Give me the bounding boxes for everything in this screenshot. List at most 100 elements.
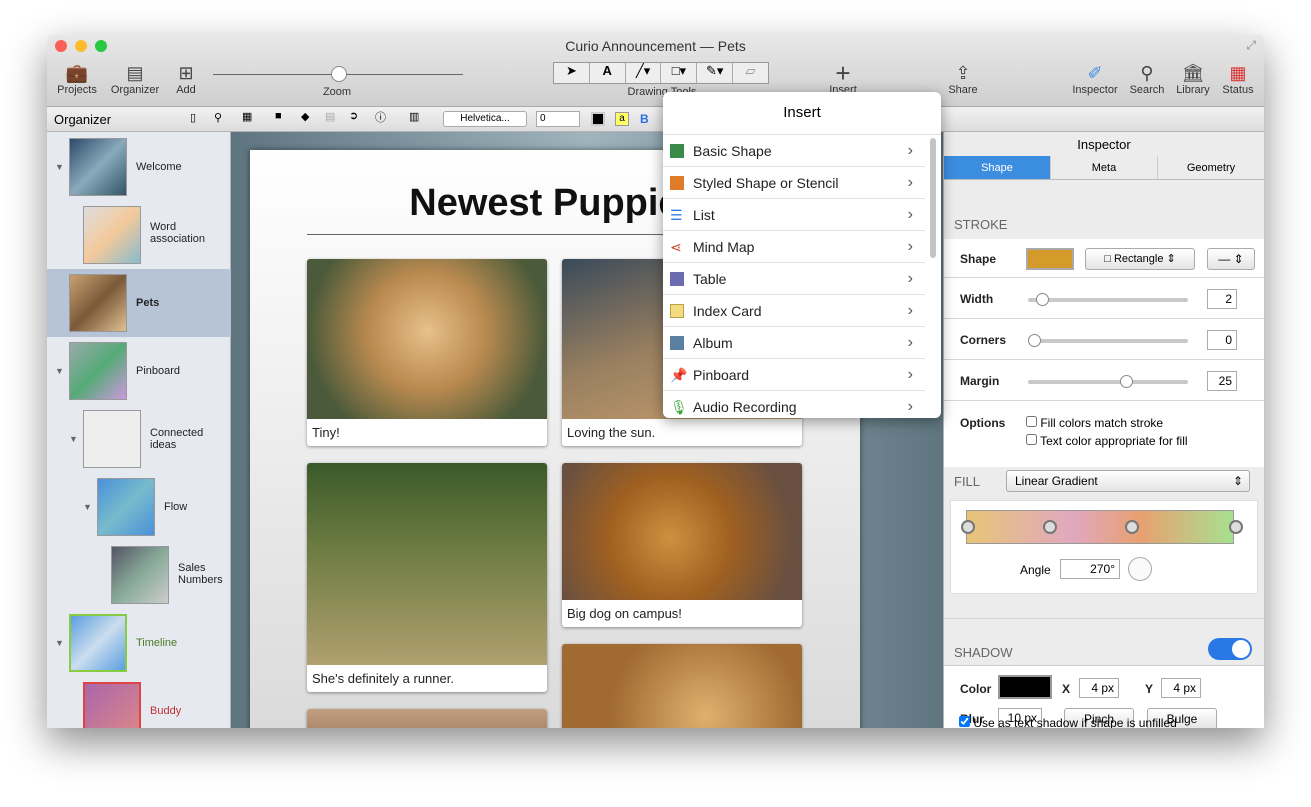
search-button[interactable]: ⚲ Search <box>1127 62 1167 96</box>
notebook-icon[interactable]: ▯ <box>190 111 196 124</box>
font-button[interactable]: Helvetica... <box>443 111 527 127</box>
insert-item-table[interactable]: Table › <box>663 263 925 295</box>
pointer-tool[interactable]: ➤ <box>554 63 590 83</box>
gradient-stop[interactable] <box>961 520 975 534</box>
text-shadow-checkbox[interactable]: Use as text shadow if shape is unfilled <box>959 716 1177 728</box>
thumbnail <box>83 682 141 728</box>
tab-meta[interactable]: Meta <box>1050 156 1157 179</box>
options-label: Options <box>960 416 1006 430</box>
insert-popover: Insert Basic Shape › Styled Shape or Sten… <box>663 92 941 418</box>
insert-item-index-card[interactable]: Index Card › <box>663 295 925 327</box>
width-field[interactable]: 2 <box>1207 289 1237 309</box>
chevron-right-icon: › <box>907 142 913 159</box>
status-button[interactable]: ▦ Status <box>1219 62 1257 96</box>
corners-field[interactable]: 0 <box>1207 330 1237 350</box>
popover-scrollbar[interactable] <box>930 138 936 258</box>
grid-icon[interactable]: ▦ <box>242 110 252 123</box>
item-label: Buddy <box>150 705 182 717</box>
text-color-checkbox[interactable]: Text color appropriate for fill <box>1026 434 1188 448</box>
eraser-tool[interactable]: ▱ <box>733 63 768 83</box>
gradient-stop[interactable] <box>1125 520 1139 534</box>
angle-dial[interactable] <box>1128 557 1152 581</box>
disclosure-triangle[interactable]: ▼ <box>83 502 92 512</box>
fullscreen-icon[interactable]: ⤢ <box>1246 38 1256 53</box>
share-button[interactable]: ⇪ Share <box>943 62 983 96</box>
angle-field[interactable]: 270° <box>1060 559 1120 579</box>
text-tool[interactable]: A <box>590 63 626 83</box>
shadow-x-field[interactable]: 4 px <box>1079 678 1119 698</box>
chevron-right-icon: › <box>907 174 913 191</box>
highlight-button[interactable]: a <box>615 112 629 126</box>
insert-item-album[interactable]: Album › <box>663 327 925 359</box>
shape-tool[interactable]: □▾ <box>661 63 698 83</box>
arrow-icon[interactable]: ➲ <box>349 109 358 122</box>
shadow-color-label: Color <box>960 682 992 696</box>
album-icon <box>670 336 684 350</box>
tag-icon[interactable]: ◆ <box>301 110 309 123</box>
insert-item-basic-shape[interactable]: Basic Shape › <box>663 135 925 167</box>
gradient-stop[interactable] <box>1229 520 1243 534</box>
insert-item-audio-recording[interactable]: 🎙 Audio Recording › <box>663 391 925 418</box>
chevron-right-icon: › <box>907 334 913 351</box>
chevron-right-icon: › <box>907 302 913 319</box>
insert-item-mind-map[interactable]: ⋖ Mind Map › <box>663 231 925 263</box>
insert-item-pinboard[interactable]: 📌 Pinboard › <box>663 359 925 391</box>
line-style-select[interactable]: — ⇕ <box>1207 248 1255 270</box>
info-icon[interactable]: ⓘ <box>375 109 386 125</box>
margin-slider[interactable] <box>1028 375 1188 388</box>
photo-card[interactable] <box>562 644 802 728</box>
line-tool[interactable]: ╱▾ <box>626 63 662 83</box>
status-label: Status <box>1222 84 1254 96</box>
gradient-bar[interactable] <box>966 510 1234 544</box>
shadow-toggle[interactable] <box>1208 638 1252 660</box>
disclosure-triangle[interactable]: ▼ <box>55 162 64 172</box>
organizer-button[interactable]: ▤ Organizer <box>107 62 163 96</box>
app-window: Curio Announcement — Pets ⤢ 💼 Projects ▤ O… <box>47 35 1264 728</box>
zoom-slider[interactable] <box>213 66 463 82</box>
inspector-button[interactable]: ✐ Inspector <box>1069 62 1121 96</box>
insert-title: Insert <box>783 104 821 121</box>
shadow-color-well[interactable] <box>998 675 1052 699</box>
stroke-color-well[interactable] <box>1026 248 1074 270</box>
font-size-field[interactable]: 0 <box>536 111 580 127</box>
corners-slider[interactable] <box>1028 334 1188 347</box>
insert-button[interactable]: + Insert <box>823 60 863 96</box>
fill-type-select[interactable]: Linear Gradient ⇕ <box>1006 470 1250 492</box>
chevron-right-icon: › <box>907 366 913 383</box>
insert-item-styled-shape[interactable]: Styled Shape or Stencil › <box>663 167 925 199</box>
photo-card[interactable]: Big dog on campus! <box>562 463 802 627</box>
photo-card[interactable]: Tiny! <box>307 259 547 446</box>
disclosure-triangle[interactable]: ▼ <box>55 638 64 648</box>
bold-button[interactable]: B <box>640 112 649 126</box>
insert-item-list[interactable]: ☰ List › <box>663 199 925 231</box>
shape-type-select[interactable]: □ Rectangle ⇕ <box>1085 248 1195 270</box>
zoom-slider-knob[interactable] <box>331 66 347 82</box>
organizer-label: Organizer <box>110 84 160 96</box>
photo-card[interactable] <box>307 709 547 728</box>
shadow-x-label: X <box>1062 682 1071 696</box>
angle-label: Angle <box>1020 563 1051 577</box>
mind-map-icon: ⋖ <box>670 239 682 255</box>
pen-tool[interactable]: ✎▾ <box>697 63 734 83</box>
chevron-right-icon: › <box>907 206 913 223</box>
item-label: Flow <box>164 501 188 513</box>
fill-colors-match-checkbox[interactable]: Fill colors match stroke <box>1026 416 1163 430</box>
library-button[interactable]: 🏛 Library <box>1173 62 1213 96</box>
align-icon[interactable]: ▥ <box>409 110 419 123</box>
item-label: Basic Shape <box>693 143 772 159</box>
width-slider[interactable] <box>1028 293 1188 306</box>
fill-icon[interactable]: ■ <box>275 110 282 122</box>
gradient-stop[interactable] <box>1043 520 1057 534</box>
disclosure-triangle[interactable]: ▼ <box>55 366 64 376</box>
tab-shape[interactable]: Shape <box>944 156 1050 179</box>
tab-geometry[interactable]: Geometry <box>1157 156 1264 179</box>
margin-field[interactable]: 25 <box>1207 371 1237 391</box>
search-icon[interactable]: ⚲ <box>214 111 222 124</box>
shadow-y-field[interactable]: 4 px <box>1161 678 1201 698</box>
add-button[interactable]: ⊞ Add <box>171 62 201 96</box>
projects-button[interactable]: 💼 Projects <box>55 62 99 96</box>
disclosure-triangle[interactable]: ▼ <box>69 434 78 444</box>
note-icon[interactable]: ▤ <box>325 110 335 123</box>
photo-card[interactable]: She's definitely a runner. <box>307 463 547 692</box>
text-color-swatch[interactable] <box>591 112 605 126</box>
